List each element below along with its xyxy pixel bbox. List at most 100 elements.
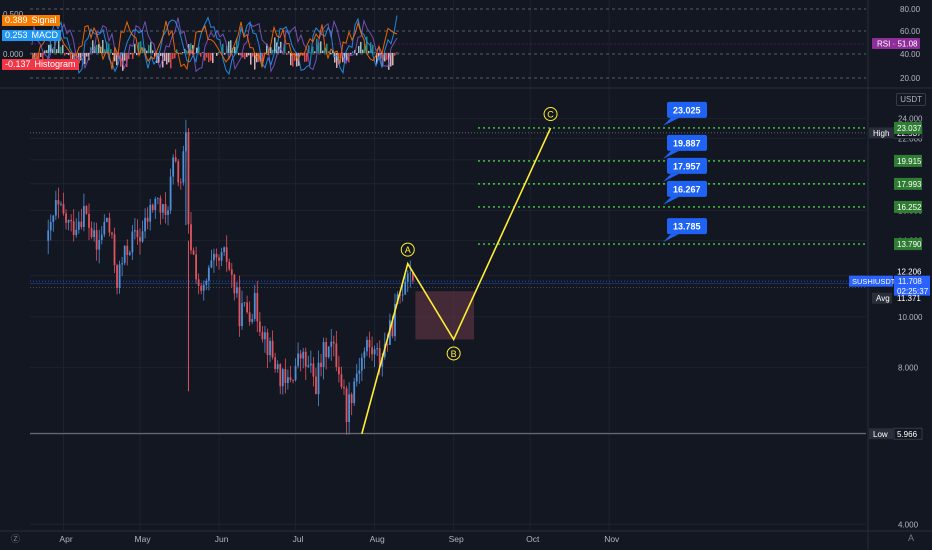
price-chart[interactable]: 80.0060.0040.0020.000.5000.000RSI · 51.0… xyxy=(0,0,932,550)
target-axis-label: 17.993 xyxy=(897,180,922,189)
candle-body xyxy=(345,388,348,423)
histogram-bar xyxy=(208,53,210,63)
candle-body xyxy=(134,230,136,232)
high-label: High xyxy=(873,129,889,138)
candle-body xyxy=(60,203,62,205)
histogram-bar xyxy=(218,51,220,53)
candle-body xyxy=(52,215,55,222)
candle-body xyxy=(317,362,320,395)
rsi-value-text: RSI · 51.08 xyxy=(877,40,918,49)
candle-body xyxy=(243,302,246,304)
candle-body xyxy=(284,369,287,383)
candle-body xyxy=(366,339,368,352)
histogram-bar xyxy=(216,53,218,56)
candle-body xyxy=(85,206,88,214)
candle-body xyxy=(100,234,103,241)
histogram-bar xyxy=(62,44,64,53)
histogram-bar xyxy=(288,51,290,53)
candle-body xyxy=(264,332,266,340)
candle-body xyxy=(144,217,146,232)
histogram-bar xyxy=(308,45,310,53)
histogram-bar xyxy=(166,53,168,65)
histogram-bar xyxy=(64,53,66,56)
level-12206-value: 12.206 xyxy=(897,268,922,277)
candle-body xyxy=(54,200,57,216)
histogram-bar xyxy=(68,53,70,56)
callout-value: 19.887 xyxy=(673,138,701,148)
candle-body xyxy=(271,340,274,358)
avg-label: Avg xyxy=(876,294,890,303)
candle-body xyxy=(187,132,190,225)
histogram-bar xyxy=(212,53,214,64)
candle-body xyxy=(236,287,238,294)
candle-body xyxy=(355,373,358,382)
candle-body xyxy=(105,217,108,222)
candle-body xyxy=(327,346,330,358)
histogram-bar xyxy=(40,53,42,57)
timezone-icon[interactable]: Ⓩ xyxy=(11,532,20,545)
candle-body xyxy=(83,206,85,228)
wave-point-label: A xyxy=(405,245,411,255)
histogram-bar xyxy=(392,53,394,66)
candle-body xyxy=(320,362,322,367)
candle-body xyxy=(65,213,67,223)
histogram-bar xyxy=(186,50,188,53)
candle-body xyxy=(225,247,228,262)
candle-body xyxy=(376,348,379,350)
histogram-bar xyxy=(96,44,98,53)
histogram-bar xyxy=(246,53,248,57)
candle-body xyxy=(335,343,338,367)
candle-body xyxy=(202,284,205,291)
candle-body xyxy=(179,182,182,184)
candle-body xyxy=(340,374,343,387)
candle-body xyxy=(49,221,52,231)
time-tick-label: Apr xyxy=(59,534,72,544)
candle-body xyxy=(98,240,101,250)
macd-tick-label: 0.000 xyxy=(3,50,24,59)
candle-body xyxy=(230,269,233,275)
histogram-bar xyxy=(80,53,82,61)
candle-body xyxy=(373,349,376,355)
candle-body xyxy=(131,231,134,253)
histogram-bar xyxy=(84,53,86,65)
candle-body xyxy=(136,230,139,238)
candle-body xyxy=(238,287,241,327)
candle-body xyxy=(404,281,407,295)
candle-body xyxy=(154,198,157,211)
histogram-bar xyxy=(170,53,172,69)
candle-body xyxy=(343,386,345,389)
histogram-bar xyxy=(360,41,362,53)
histogram-bar xyxy=(180,53,182,55)
histogram-bar xyxy=(368,50,370,53)
low-label: Low xyxy=(873,430,888,439)
quote-currency-label[interactable]: USDT xyxy=(896,93,926,106)
price-tick-label: 8.000 xyxy=(898,363,919,372)
histogram-bar xyxy=(112,53,114,56)
time-tick-label: Jun xyxy=(215,534,229,544)
price-tick-label: 4.000 xyxy=(898,520,919,529)
histogram-bar xyxy=(322,50,324,53)
candle-body xyxy=(258,321,261,332)
candle-body xyxy=(256,292,259,322)
candle-body xyxy=(322,342,325,367)
wave-point-label: B xyxy=(451,349,457,359)
candle-body xyxy=(233,274,236,294)
candle-body xyxy=(401,294,404,296)
candle-body xyxy=(149,204,152,222)
candle-body xyxy=(156,198,159,200)
auto-scale-icon[interactable]: A xyxy=(908,533,914,543)
candle-body xyxy=(350,394,353,404)
candle-body xyxy=(371,347,373,355)
candle-body xyxy=(246,302,248,313)
candle-body xyxy=(287,377,289,383)
candle-body xyxy=(80,221,83,228)
candle-body xyxy=(164,204,167,215)
candle-body xyxy=(353,381,356,404)
candle-body xyxy=(121,263,124,265)
last-price-value: 11.708 xyxy=(898,277,922,286)
time-tick-label: Aug xyxy=(370,534,385,544)
histogram-bar xyxy=(56,49,58,53)
target-axis-label: 13.790 xyxy=(897,240,922,249)
histogram-bar xyxy=(146,50,148,53)
candle-body xyxy=(409,272,412,274)
